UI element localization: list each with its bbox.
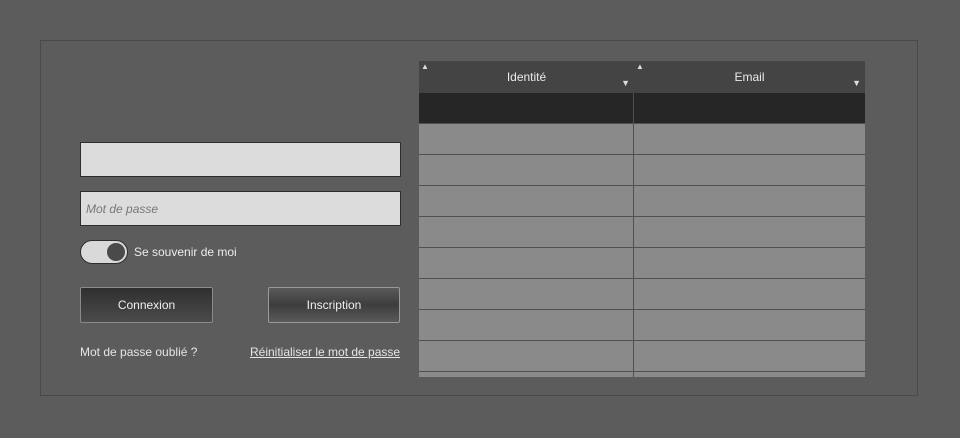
table-cell[interactable] [634,372,865,377]
table-cell[interactable] [634,155,865,185]
table-cell[interactable] [634,93,865,123]
table-row[interactable] [419,310,865,341]
column-header-label: Identité [506,70,547,84]
table-cell[interactable] [419,93,634,123]
column-header-label: Email [734,70,765,84]
table-row[interactable] [419,248,865,279]
password-field[interactable] [80,191,401,226]
table-cell[interactable] [634,248,865,278]
table-row[interactable] [419,372,865,377]
username-field[interactable] [80,142,401,177]
table-cell[interactable] [634,279,865,309]
column-header-email[interactable]: ▲▼ Email ▼ [634,61,865,103]
table-cell[interactable] [419,124,634,154]
table-cell[interactable] [634,341,865,371]
table-cell[interactable] [634,186,865,216]
table-row[interactable] [419,155,865,186]
remember-toggle[interactable] [80,240,128,264]
remember-label: Se souvenir de moi [134,245,237,259]
table-cell[interactable] [634,217,865,247]
signup-button[interactable]: Inscription [268,287,400,323]
table-cell[interactable] [634,310,865,340]
reset-password-link[interactable]: Réinitialiser le mot de passe [250,345,400,359]
table-cell[interactable] [419,310,634,340]
users-grid: ▲▼ Identité ▼ ▲▼ Email ▼ [419,61,865,377]
login-button[interactable]: Connexion [80,287,213,323]
table-cell[interactable] [419,372,634,377]
column-header-identite[interactable]: ▲▼ Identité ▼ [419,61,634,103]
table-row[interactable] [419,279,865,310]
toggle-knob-icon [107,243,125,261]
table-row[interactable] [419,341,865,372]
table-cell[interactable] [419,186,634,216]
table-cell[interactable] [419,279,634,309]
table-cell[interactable] [634,124,865,154]
table-cell[interactable] [419,248,634,278]
table-cell[interactable] [419,155,634,185]
table-row[interactable] [419,124,865,155]
table-cell[interactable] [419,217,634,247]
table-cell[interactable] [419,341,634,371]
forgot-password-text: Mot de passe oublié ? [80,345,198,359]
table-row[interactable] [419,217,865,248]
table-row[interactable] [419,186,865,217]
table-row[interactable] [419,93,865,124]
